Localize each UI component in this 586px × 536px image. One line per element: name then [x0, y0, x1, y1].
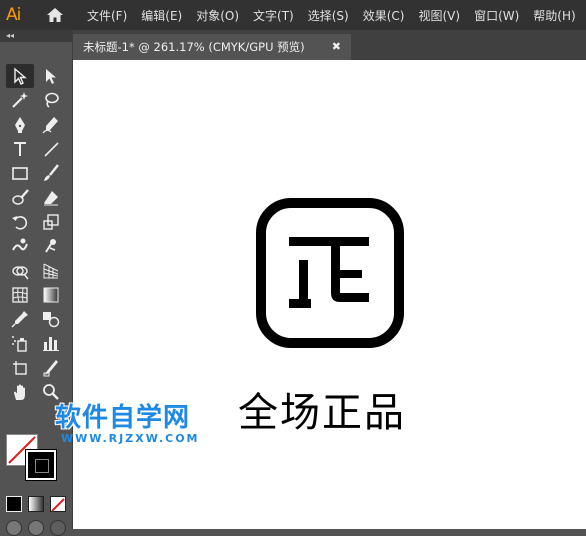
main-menu: 文件(F) 编辑(E) 对象(O) 文字(T) 选择(S) 效果(C) 视图(V… [80, 7, 583, 24]
pen-tool[interactable] [6, 113, 34, 137]
hand-icon [14, 384, 25, 400]
direct-selection-tool[interactable] [37, 64, 65, 88]
rotate-icon [12, 215, 28, 230]
slice-icon [43, 359, 58, 377]
draw-behind-button[interactable] [28, 520, 44, 536]
warp-tool[interactable] [6, 234, 34, 258]
close-icon[interactable]: ✖ [332, 34, 341, 60]
column-graph-tool[interactable] [37, 331, 65, 355]
eyedropper-tool[interactable] [6, 307, 34, 331]
menu-effect[interactable]: 效果(C) [356, 7, 412, 24]
gradient-tool[interactable] [37, 283, 65, 307]
symbol-sprayer-icon [12, 336, 27, 353]
paintbrush-icon [44, 164, 59, 182]
menu-select[interactable]: 选择(S) [301, 7, 356, 24]
type-icon [14, 142, 26, 157]
document-tab[interactable]: 未标题-1* @ 261.17% (CMYK/GPU 预览) ✖ [73, 34, 351, 60]
lasso-tool[interactable] [37, 88, 65, 112]
pen-icon [15, 116, 25, 133]
eraser-tool[interactable] [37, 185, 65, 209]
genuine-logo-graphic [256, 198, 404, 348]
warp-icon [12, 238, 28, 251]
perspective-grid-icon [43, 263, 59, 279]
menu-edit[interactable]: 编辑(E) [134, 7, 189, 24]
blend-tool[interactable] [37, 307, 65, 331]
column-graph-icon [43, 337, 59, 352]
draw-inside-button[interactable] [50, 520, 66, 536]
menu-window[interactable]: 窗口(W) [467, 7, 526, 24]
collapse-panel-button[interactable]: ◂◂ [0, 30, 72, 42]
watermark-title: 软件自学网 [55, 403, 191, 433]
scale-icon [43, 214, 59, 230]
selection-tool[interactable] [6, 64, 34, 89]
menu-view[interactable]: 视图(V) [411, 7, 467, 24]
menu-bar: Ai 文件(F) 编辑(E) 对象(O) 文字(T) 选择(S) 效果(C) 视… [0, 0, 586, 30]
color-mode-buttons [6, 496, 66, 512]
document-tab-title: 未标题-1* @ 261.17% (CMYK/GPU 预览) [83, 40, 305, 54]
curvature-icon [42, 116, 58, 134]
paintbrush-tool[interactable] [37, 161, 65, 185]
blob-brush-tool[interactable] [6, 185, 34, 209]
menu-type[interactable]: 文字(T) [246, 7, 301, 24]
artwork-text: 全场正品 [238, 390, 406, 436]
symbol-sprayer-tool[interactable] [6, 331, 34, 355]
magic-wand-icon [12, 92, 28, 109]
app-logo: Ai [6, 5, 21, 25]
rectangle-icon [12, 167, 28, 181]
hand-tool[interactable] [6, 380, 34, 404]
eraser-icon [44, 190, 58, 206]
rotate-tool[interactable] [6, 210, 34, 234]
eyedropper-icon [11, 311, 28, 328]
stroke-swatch[interactable] [26, 450, 56, 480]
slice-tool[interactable] [37, 356, 65, 380]
artboard-canvas[interactable]: 全场正品 [73, 60, 586, 529]
color-button[interactable] [6, 496, 22, 512]
type-tool[interactable] [6, 137, 34, 161]
rectangle-tool[interactable] [6, 161, 34, 185]
draw-normal-button[interactable] [6, 520, 22, 536]
tool-grid [6, 64, 68, 404]
puppet-warp-icon [45, 239, 56, 253]
lasso-icon [45, 93, 59, 109]
document-tab-bar: 未标题-1* @ 261.17% (CMYK/GPU 预览) ✖ [73, 30, 586, 60]
blend-icon [43, 312, 60, 328]
stroke-inner-icon [35, 459, 49, 473]
menu-file[interactable]: 文件(F) [80, 7, 134, 24]
scale-tool[interactable] [37, 210, 65, 234]
home-button[interactable] [44, 4, 66, 26]
none-button[interactable] [50, 496, 66, 512]
watermark-url: WWW.RJZXW.COM [61, 432, 200, 445]
mesh-icon [12, 287, 28, 303]
magic-wand-tool[interactable] [6, 88, 34, 112]
menu-help[interactable]: 帮助(H) [526, 7, 582, 24]
watermark: 软件自学网 WWW.RJZXW.COM [55, 397, 200, 445]
menu-object[interactable]: 对象(O) [189, 7, 246, 24]
selection-tool-icon [14, 67, 27, 86]
home-icon [47, 8, 63, 22]
gradient-icon [43, 287, 59, 303]
curvature-tool[interactable] [37, 113, 65, 137]
perspective-grid-tool[interactable] [37, 258, 65, 282]
blob-brush-icon [12, 188, 29, 205]
artboard-icon [13, 360, 27, 375]
line-icon [44, 142, 59, 157]
draw-mode-buttons [6, 520, 66, 536]
tools-panel: ◂◂ [0, 30, 73, 536]
none-icon [51, 498, 65, 512]
gradient-button[interactable] [28, 496, 44, 512]
line-tool[interactable] [37, 137, 65, 161]
shape-builder-icon [12, 265, 29, 279]
direct-selection-tool-icon [46, 69, 56, 85]
mesh-tool[interactable] [6, 283, 34, 307]
artboard-tool[interactable] [6, 356, 34, 380]
puppet-warp-tool[interactable] [37, 234, 65, 258]
shape-builder-tool[interactable] [6, 258, 34, 282]
